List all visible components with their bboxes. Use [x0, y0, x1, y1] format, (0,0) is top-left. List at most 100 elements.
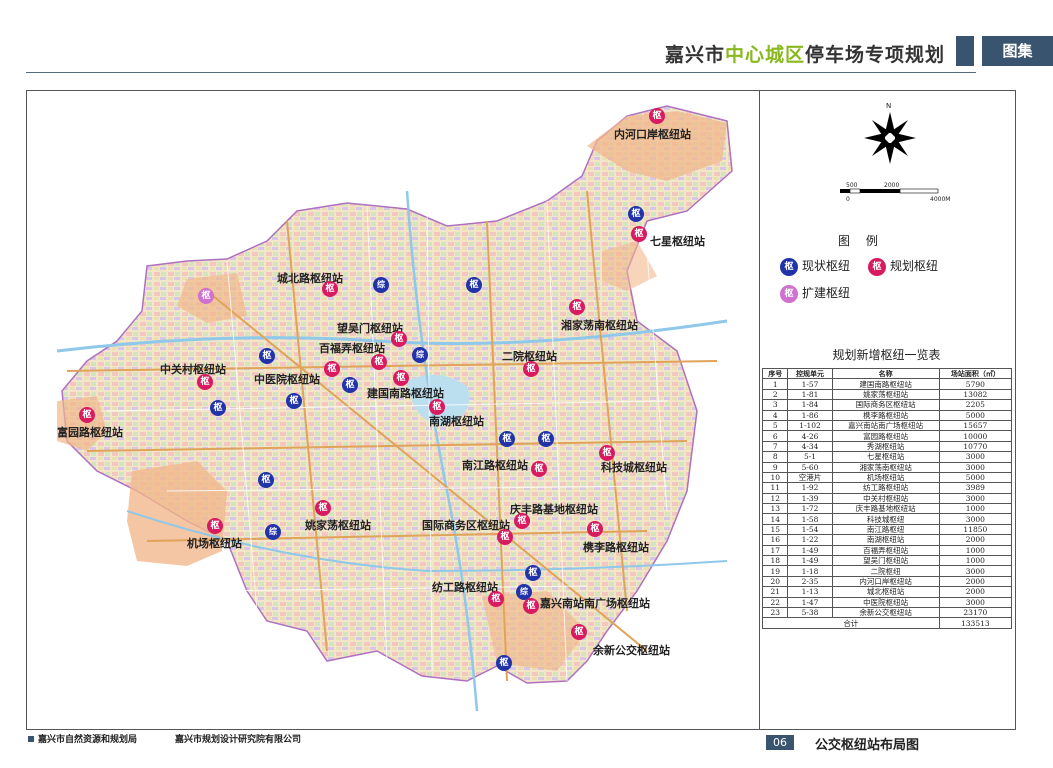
- page-title: 嘉兴市中心城区停车场专项规划: [664, 44, 945, 66]
- planned-hub-marker[interactable]: 枢: [207, 518, 223, 534]
- table-row: 8 5-1 七星枢纽站 3000: [761, 451, 1013, 463]
- table-row: 16 1-22 南湖枢纽站 2000: [761, 534, 1013, 546]
- planned-hub-marker[interactable]: 枢: [315, 500, 331, 516]
- station-label: 南湖枢纽站: [429, 415, 484, 428]
- table-cell: 2000: [938, 534, 1013, 546]
- table-cell: 2000: [938, 575, 1013, 588]
- table-cell: 3: [761, 399, 789, 411]
- table-row: 18 1-49 望吴门枢纽站 1000: [761, 555, 1013, 567]
- planned-hub-marker[interactable]: 枢: [514, 513, 530, 529]
- planned-hub-marker[interactable]: 枢: [587, 521, 603, 537]
- combo-hub-marker[interactable]: 综: [412, 347, 428, 363]
- table-cell: 机场枢纽站: [831, 471, 940, 484]
- table-cell: 22: [761, 596, 789, 609]
- station-label: 内河口岸枢纽站: [614, 128, 691, 141]
- table-row: 4 1-86 槜李路枢纽站 5000: [761, 409, 1013, 421]
- table-row: 7 4-34 秀湖枢纽站 10770: [761, 440, 1013, 453]
- existing-hub-marker[interactable]: 枢: [496, 655, 512, 671]
- existing-hub-marker[interactable]: 枢: [210, 400, 226, 416]
- planned-hub-marker[interactable]: 枢: [649, 108, 665, 124]
- table-cell: 内河口岸枢纽站: [831, 575, 940, 588]
- table-cell: 槜李路枢纽站: [831, 409, 940, 421]
- existing-hub-marker[interactable]: 枢: [342, 377, 358, 393]
- table-cell: 秀湖枢纽站: [831, 440, 940, 453]
- table-cell: 城北枢纽站: [831, 586, 940, 598]
- expand-hub-marker[interactable]: 枢: [198, 288, 214, 304]
- planned-hub-marker[interactable]: 枢: [569, 299, 585, 315]
- table-cell: 科技城枢纽: [831, 513, 940, 525]
- planned-hub-marker[interactable]: 枢: [488, 591, 504, 607]
- table-cell: 3000: [938, 451, 1013, 463]
- table-cell: 1-58: [787, 513, 833, 525]
- table-cell: 余新公交枢纽站: [831, 606, 940, 619]
- existing-hub-marker[interactable]: 枢: [499, 431, 515, 447]
- total-label: 合计: [762, 617, 940, 629]
- planned-hub-marker[interactable]: 枢: [523, 598, 539, 614]
- planned-hub-marker[interactable]: 枢: [631, 226, 647, 242]
- table-cell: 19: [761, 565, 789, 577]
- table-cell: 15: [761, 523, 789, 536]
- planned-hub-icon: 枢: [868, 257, 886, 276]
- station-label: 中医院枢纽站: [254, 373, 320, 386]
- existing-hub-marker[interactable]: 枢: [258, 472, 274, 488]
- table-cell: 10000: [938, 430, 1013, 442]
- legend-item-expand: 枢扩建枢纽: [780, 284, 850, 303]
- scale-bar-icon: [840, 188, 939, 194]
- station-label: 国际商务区枢纽站: [422, 519, 510, 532]
- combo-hub-marker[interactable]: 综: [265, 524, 281, 540]
- title-accent-block: [956, 36, 974, 66]
- existing-hub-marker[interactable]: 枢: [286, 393, 302, 409]
- hub-table: 序号 控规单元 名称 场站面积（㎡） 1 1-57 建国南路枢纽站 5790 2 1-81…: [761, 367, 1013, 629]
- table-row: 6 4-26 富园路枢纽站 10000: [761, 430, 1013, 442]
- existing-hub-marker[interactable]: 枢: [259, 348, 275, 364]
- planned-hub-marker[interactable]: 枢: [429, 399, 445, 415]
- table-cell: 7: [761, 440, 789, 453]
- table-cell: 13082: [938, 388, 1013, 401]
- title-underline: [26, 72, 976, 73]
- table-row: 21 1-13 城北枢纽站 2000: [761, 586, 1013, 598]
- table-cell: 5790: [938, 378, 1013, 390]
- atlas-tab[interactable]: 图集: [982, 36, 1053, 66]
- table-row: 17 1-49 百福弄枢纽站 1000: [761, 544, 1013, 557]
- table-cell: 3989: [938, 482, 1013, 494]
- table-cell: 空港片: [787, 471, 833, 484]
- planned-hub-marker[interactable]: 枢: [393, 370, 409, 386]
- footer-org-1: 嘉兴市自然资源和规划局: [38, 735, 138, 745]
- table-cell: 1000: [938, 544, 1013, 557]
- table-cell: 1-72: [787, 503, 833, 515]
- planned-hub-marker[interactable]: 枢: [197, 374, 213, 390]
- combo-hub-marker[interactable]: 综: [373, 277, 389, 293]
- map-canvas[interactable]: 内河口岸枢纽站 七星枢纽站 城北路枢纽站 望吴门枢纽站 百福弄枢纽站 湘家荡南枢…: [27, 91, 759, 729]
- planned-hub-marker[interactable]: 枢: [571, 624, 587, 640]
- table-total-row: 合计 133513: [762, 617, 1013, 629]
- table-cell: 姚家荡枢纽站: [831, 388, 940, 401]
- table-cell: 1-57: [787, 378, 833, 390]
- planned-hub-marker[interactable]: 枢: [497, 529, 513, 545]
- table-cell: 10770: [938, 440, 1013, 453]
- table-row: 23 5-38 余新公交枢纽站 23170: [761, 606, 1013, 619]
- planned-hub-marker[interactable]: 枢: [371, 354, 387, 370]
- planned-hub-marker[interactable]: 枢: [523, 361, 539, 377]
- planned-hub-marker[interactable]: 枢: [322, 281, 338, 297]
- table-cell: 南江路枢纽: [831, 523, 940, 536]
- planned-hub-marker[interactable]: 枢: [324, 361, 340, 377]
- planned-hub-marker[interactable]: 枢: [391, 331, 407, 347]
- existing-hub-marker[interactable]: 枢: [466, 277, 482, 293]
- table-cell: 七星枢纽站: [831, 451, 940, 463]
- planned-hub-marker[interactable]: 枢: [599, 445, 615, 461]
- planned-hub-marker[interactable]: 枢: [531, 461, 547, 477]
- footer-square: [28, 736, 34, 742]
- legend-item-existing: 枢现状枢纽: [780, 257, 850, 276]
- station-label: 嘉兴南站南广场枢纽站: [540, 597, 650, 610]
- table-row: 11 1-92 纺工路枢纽站 3989: [761, 482, 1013, 494]
- table-cell: 2000: [938, 586, 1013, 598]
- table-cell: 23170: [938, 606, 1013, 619]
- table-row: 9 5-60 湘家荡南枢纽站 3000: [761, 461, 1013, 473]
- existing-hub-marker[interactable]: 枢: [525, 565, 541, 581]
- station-label: 富园路枢纽站: [57, 426, 123, 439]
- table-cell: 8: [761, 451, 789, 463]
- existing-hub-marker[interactable]: 枢: [538, 431, 554, 447]
- table-cell: 13: [761, 503, 789, 515]
- existing-hub-marker[interactable]: 枢: [628, 206, 644, 222]
- planned-hub-marker[interactable]: 枢: [79, 407, 95, 423]
